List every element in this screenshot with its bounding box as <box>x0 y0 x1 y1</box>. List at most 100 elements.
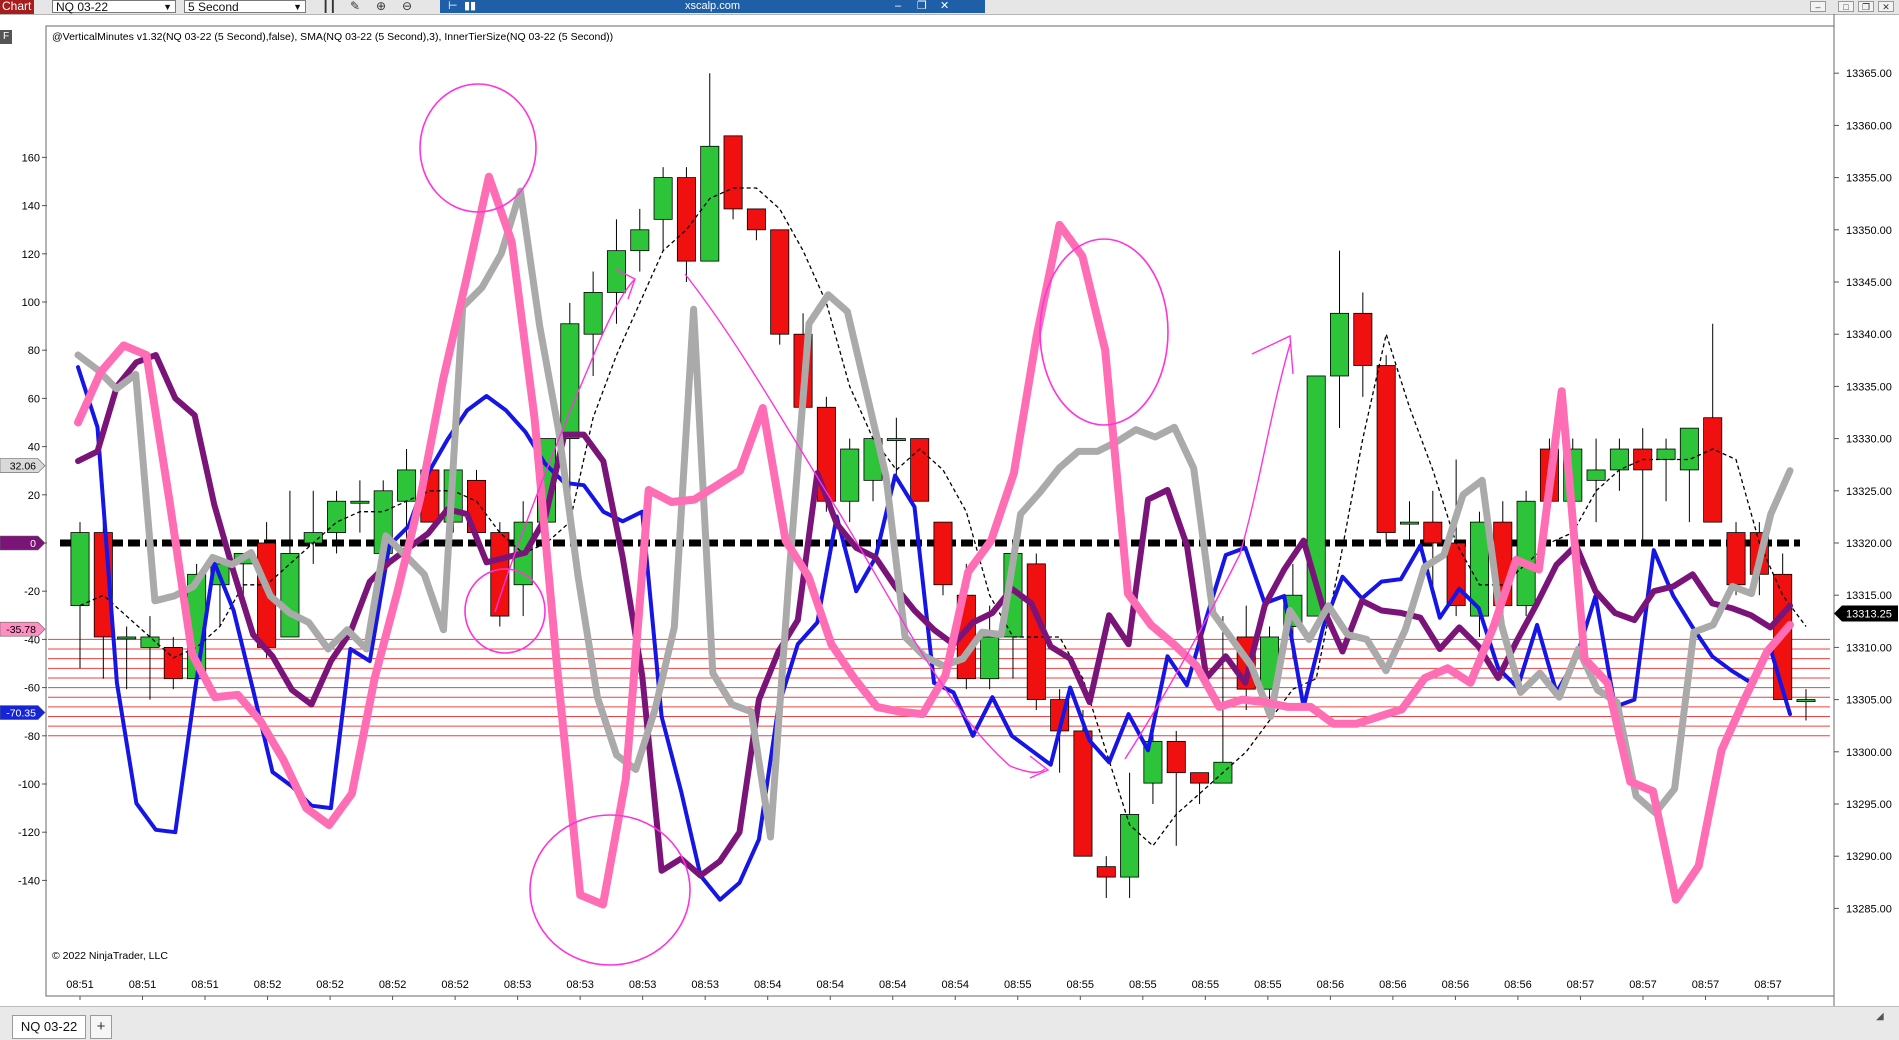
right-axis-tick-label: 13290.00 <box>1846 851 1892 863</box>
top-toolbar: Chart NQ 03-22 ▼ 5 Second ▼ ┃┃ ✎ ⊕ ⊖ ⊢ ▮… <box>0 0 1899 15</box>
left-axis-tick-label: -100 <box>18 779 40 791</box>
time-axis-label: 08:57 <box>1629 979 1657 991</box>
interval-selector[interactable]: 5 Second ▼ <box>184 0 306 13</box>
candle-down <box>1353 312 1373 366</box>
right-axis-tick-label: 13335.00 <box>1846 381 1892 393</box>
candle-down <box>1073 730 1093 857</box>
add-tab-button[interactable]: + <box>90 1015 112 1039</box>
zoom-in-icon[interactable]: ⊕ <box>376 0 386 13</box>
window-minimize-button[interactable]: – <box>1810 1 1826 12</box>
time-axis-label: 08:52 <box>254 979 282 991</box>
time-axis-label: 08:55 <box>1129 979 1157 991</box>
right-axis-tick-label: 13350.00 <box>1846 225 1892 237</box>
right-axis-tick-label: 13295.00 <box>1846 799 1892 811</box>
restore-icon[interactable]: ❐ <box>917 0 927 13</box>
time-axis-label: 08:55 <box>1254 979 1282 991</box>
window-maximize-button[interactable]: □ <box>1838 1 1854 12</box>
chevron-down-icon: ▼ <box>293 2 302 12</box>
candle-up <box>397 469 417 502</box>
last-price-label: 13313.25 <box>1846 608 1892 620</box>
candle-down <box>910 438 930 502</box>
time-axis-label: 08:55 <box>1192 979 1220 991</box>
left-axis-marker-label: 32.06 <box>10 461 36 473</box>
left-axis-tick-label: -140 <box>18 875 40 887</box>
candle-down <box>933 521 953 586</box>
candle-up <box>1679 427 1699 471</box>
copyright-text: © 2022 NinjaTrader, LLC <box>52 950 168 962</box>
left-axis-tick-label: 120 <box>22 249 40 261</box>
close-icon[interactable]: ✕ <box>940 0 949 13</box>
right-axis-tick-label: 13300.00 <box>1846 747 1892 759</box>
bottom-tab-bar: NQ 03-22 + ◢ <box>0 1006 1899 1040</box>
candle-down <box>1166 740 1186 774</box>
time-axis-label: 08:51 <box>129 979 157 991</box>
chart-frame <box>45 25 1835 997</box>
time-axis-label: 08:51 <box>66 979 94 991</box>
candle-up <box>1656 448 1676 460</box>
chart-area[interactable]: @VerticalMinutes v1.32(NQ 03-22 (5 Secon… <box>0 14 1899 1006</box>
right-axis-tick-label: 13330.00 <box>1846 434 1892 446</box>
candle-up <box>1796 699 1816 702</box>
left-axis-tick-label: 100 <box>22 297 40 309</box>
right-axis-tick-label: 13355.00 <box>1846 173 1892 185</box>
time-axis-label: 08:52 <box>379 979 407 991</box>
candle-down <box>163 647 183 680</box>
right-axis-tick-label: 13365.00 <box>1846 68 1892 80</box>
time-axis-label: 08:56 <box>1442 979 1470 991</box>
left-axis-tick-label: 160 <box>22 152 40 164</box>
left-axis-tick-label: 60 <box>28 393 40 405</box>
chart-tab[interactable]: Chart <box>0 0 34 14</box>
left-oscillator-axis: 160140120100806040200-20-40-60-80-100-12… <box>0 152 47 887</box>
remote-session-bar[interactable]: ⊢ ▮▮ xscalp.com – ❐ ✕ <box>440 0 985 13</box>
candle-up <box>840 448 860 502</box>
remote-session-title: xscalp.com <box>684 0 741 12</box>
candle-down <box>1190 772 1210 784</box>
right-axis-tick-label: 13320.00 <box>1846 538 1892 550</box>
left-axis-tick-label: -60 <box>24 683 40 695</box>
left-axis-tick-label: 80 <box>28 345 40 357</box>
time-axis-label: 08:56 <box>1504 979 1532 991</box>
candle-up <box>980 636 1000 680</box>
time-axis-label: 08:53 <box>629 979 657 991</box>
candle-down <box>676 177 696 262</box>
candle-down <box>723 135 743 210</box>
candle-up <box>1516 500 1536 607</box>
time-axis-label: 08:52 <box>441 979 469 991</box>
right-axis-tick-label: 13310.00 <box>1846 642 1892 654</box>
candle-up <box>117 636 137 640</box>
window-restore-button[interactable]: ❐ <box>1858 1 1874 12</box>
time-axis-label: 08:57 <box>1567 979 1595 991</box>
time-axis-label: 08:54 <box>816 979 844 991</box>
left-axis-marker-label: -70.35 <box>6 708 36 720</box>
right-axis-tick-label: 13360.00 <box>1846 120 1892 132</box>
candle-up <box>1399 521 1419 525</box>
right-axis-tick-label: 13345.00 <box>1846 277 1892 289</box>
candle-up <box>700 145 720 262</box>
candle-up <box>606 250 626 293</box>
candle-down <box>490 532 510 617</box>
time-axis-label: 08:56 <box>1379 979 1407 991</box>
left-axis-tick-label: 20 <box>28 490 40 502</box>
candle-down <box>1703 417 1723 523</box>
time-axis-label: 08:56 <box>1317 979 1345 991</box>
time-axis-label: 08:55 <box>1004 979 1032 991</box>
zoom-out-icon[interactable]: ⊖ <box>402 0 412 13</box>
right-axis-tick-label: 13305.00 <box>1846 695 1892 707</box>
candle-down <box>770 229 790 335</box>
candle-up <box>886 438 906 442</box>
window-close-button[interactable]: ✕ <box>1878 1 1894 12</box>
left-axis-tick-label: -80 <box>24 731 40 743</box>
candle-up <box>280 553 300 638</box>
indicator-caption: @VerticalMinutes v1.32(NQ 03-22 (5 Secon… <box>52 31 613 43</box>
minimize-icon[interactable]: – <box>895 0 901 13</box>
right-axis-tick-label: 13285.00 <box>1846 903 1892 915</box>
candle-up <box>70 532 90 607</box>
bar-type-icon[interactable]: ┃┃ <box>322 0 336 13</box>
instrument-tab[interactable]: NQ 03-22 <box>12 1015 86 1039</box>
pencil-icon[interactable]: ✎ <box>350 0 360 13</box>
resize-grip-icon[interactable]: ◢ <box>1876 1011 1884 1022</box>
time-axis-label: 08:53 <box>691 979 719 991</box>
candle-up <box>350 500 370 504</box>
instrument-selector[interactable]: NQ 03-22 ▼ <box>52 0 176 13</box>
time-axis-label: 08:54 <box>879 979 907 991</box>
